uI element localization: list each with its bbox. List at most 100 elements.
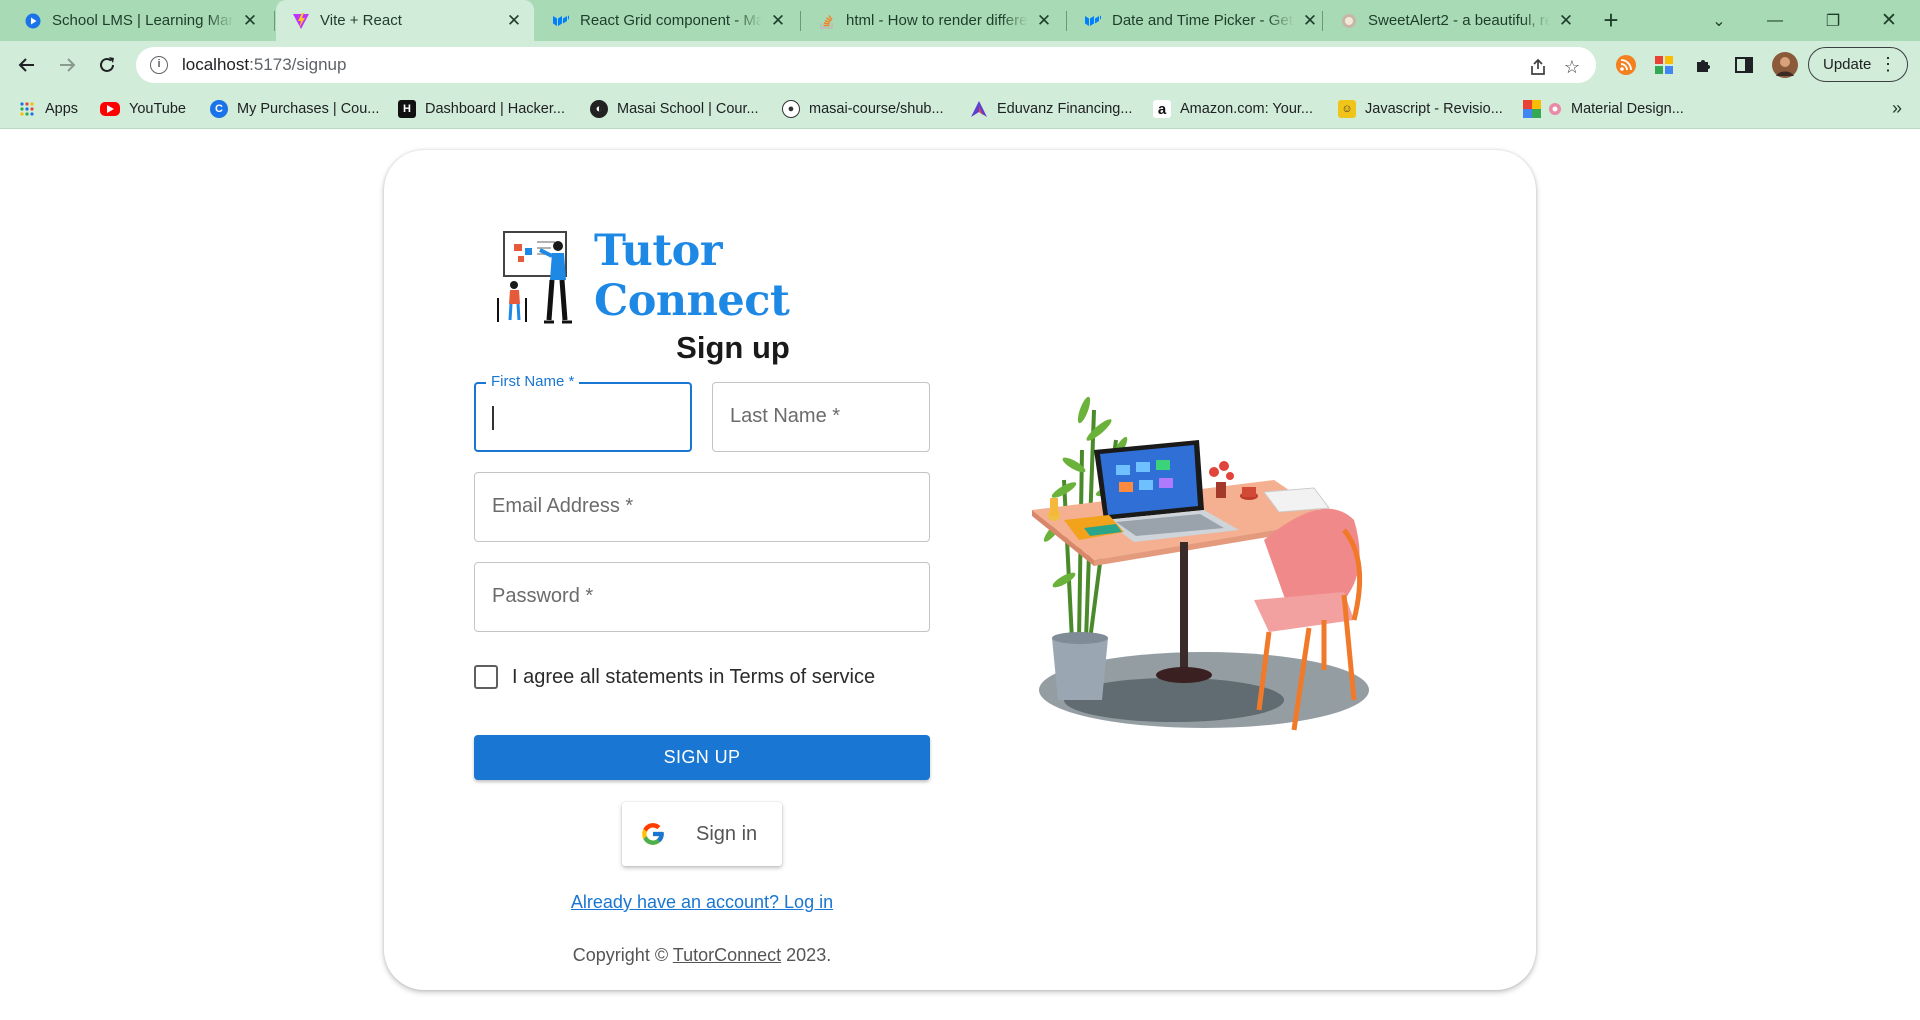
amazon-icon: a [1153,100,1171,118]
tab-title: Vite + React [320,12,402,29]
update-label: Update [1823,56,1872,73]
tab-sweetalert[interactable]: SweetAlert2 - a beautiful, responsive ✕ [1324,0,1586,41]
password-placeholder: Password * [492,585,594,607]
google-signin-label: Sign in [696,822,758,845]
last-name-field[interactable]: Last Name * [712,382,930,452]
email-placeholder: Email Address * [492,495,634,517]
bookmark-amazon[interactable]: a Amazon.com: Your... [1153,98,1313,120]
close-tab-icon[interactable]: ✕ [504,11,524,31]
tab-title: Date and Time Picker - Get [1112,12,1293,29]
password-field[interactable]: Password * [474,562,930,632]
new-tab-button[interactable]: + [1598,7,1624,34]
last-name-placeholder: Last Name * [730,405,841,427]
youtube-icon [100,102,120,116]
tab-react-grid[interactable]: React Grid component - Material UI ✕ [536,0,798,41]
extension-palette-icon[interactable] [1652,53,1676,77]
restore-window-button[interactable]: ❐ [1810,0,1856,41]
stackoverflow-favicon-icon [818,12,836,30]
tab-title: SweetAlert2 - a beautiful, responsive [1368,12,1550,29]
side-panel-icon[interactable] [1732,53,1756,77]
more-options-icon[interactable]: ⋮ [1879,54,1897,74]
tab-title: School LMS | Learning Management [52,12,234,29]
vite-favicon-icon [292,12,310,30]
first-name-field[interactable]: First Name * [474,373,692,452]
bookmark-star-icon[interactable]: ☆ [1560,55,1584,79]
bookmark-label: My Purchases | Cou... [237,101,380,117]
back-arrow-icon [18,58,34,72]
terms-label[interactable]: I agree all statements in Terms of servi… [512,666,875,689]
bookmark-eduvanz[interactable]: Eduvanz Financing... [970,98,1132,120]
login-link[interactable]: Already have an account? Log in [474,892,930,913]
close-tab-icon[interactable]: ✕ [1034,11,1054,31]
page-title: Sign up [676,330,790,365]
terms-checkbox[interactable] [474,665,498,689]
tab-date-time-picker[interactable]: Date and Time Picker - Get ✕ [1068,0,1330,41]
tab-title: html - How to render different [846,12,1028,29]
bookmark-hackerrank[interactable]: H Dashboard | Hacker... [398,98,565,120]
mui-favicon-icon [1084,12,1102,30]
google-signin-button[interactable]: Sign in [622,802,782,866]
javascript-icon: ☺ [1338,100,1356,118]
profile-avatar[interactable] [1772,52,1798,78]
bookmarks-bar: Apps YouTube C My Purchases | Cou... H D… [0,90,1920,129]
school-lms-favicon-icon [24,12,42,30]
bookmark-label: Javascript - Revisio... [1365,101,1503,117]
tab-school-lms[interactable]: School LMS | Learning Management ✕ [8,0,270,41]
close-window-button[interactable]: ✕ [1866,0,1912,41]
teacher-whiteboard-icon [497,231,572,324]
extensions-puzzle-icon[interactable] [1692,53,1716,77]
forward-button[interactable] [50,48,84,82]
signup-button[interactable]: SIGN UP [474,735,930,780]
bookmark-label: Eduvanz Financing... [997,101,1133,117]
email-field[interactable]: Email Address * [474,472,930,542]
material-flower-icon [1548,100,1562,118]
bookmark-javascript[interactable]: ☺ Javascript - Revisio... [1338,98,1503,120]
more-bookmarks-icon[interactable]: » [1892,98,1902,119]
reload-button[interactable] [90,48,124,82]
bookmark-label: Masai School | Cour... [617,101,759,117]
update-chrome-button[interactable]: Update ⋮ [1808,47,1908,82]
copyright-prefix: Copyright © [572,945,673,965]
first-name-label: First Name * [486,373,580,390]
reload-icon [100,57,114,72]
extension-rss-icon[interactable] [1614,53,1638,77]
back-button[interactable] [10,48,44,82]
bookmark-masai-school[interactable]: ◐ Masai School | Cour... [590,98,759,120]
tab-divider [274,11,275,31]
terms-agreement: I agree all statements in Terms of servi… [474,665,875,689]
copyright-link[interactable]: TutorConnect [673,945,781,965]
bookmark-label: Material Design... [1571,101,1684,117]
bookmark-apps[interactable]: Apps [18,98,78,120]
hackerrank-icon: H [398,100,416,118]
mui-favicon-icon [552,12,570,30]
close-tab-icon[interactable]: ✕ [1300,11,1320,31]
apps-grid-icon [18,100,36,118]
tab-search-chevron-icon[interactable]: ⌄ [1696,0,1742,41]
bookmark-label: masai-course/shub... [809,101,944,117]
copyright-suffix: 2023. [781,945,832,965]
github-icon: ● [782,100,800,118]
tab-html-render[interactable]: html - How to render different ✕ [802,0,1064,41]
share-icon[interactable] [1526,55,1550,79]
tab-strip: School LMS | Learning Management ✕ Vite … [0,0,1920,41]
address-url: localhost:5173/signup [182,55,347,74]
bookmark-github[interactable]: ● masai-course/shub... [782,98,944,120]
eduvanz-icon [970,100,988,118]
bookmark-my-purchases[interactable]: C My Purchases | Cou... [210,98,379,120]
bookmark-youtube[interactable]: YouTube [100,98,186,120]
tab-divider [1322,11,1323,31]
bookmark-label: Amazon.com: Your... [1180,101,1313,117]
close-tab-icon[interactable]: ✕ [1556,11,1576,31]
bookmark-label: YouTube [129,101,186,117]
masai-icon: ◐ [590,100,608,118]
tab-title: React Grid component - Material UI [580,12,762,29]
tab-divider [1066,11,1067,31]
minimize-window-button[interactable]: — [1752,0,1798,41]
tab-vite-react[interactable]: Vite + React ✕ [276,0,534,41]
close-tab-icon[interactable]: ✕ [768,11,788,31]
close-tab-icon[interactable]: ✕ [240,11,260,31]
address-bar[interactable]: i localhost:5173/signup ☆ [136,47,1596,83]
site-info-icon[interactable]: i [150,56,168,74]
bookmark-material-design[interactable]: Material Design... [1523,98,1684,120]
sweetalert-favicon-icon [1340,12,1358,30]
